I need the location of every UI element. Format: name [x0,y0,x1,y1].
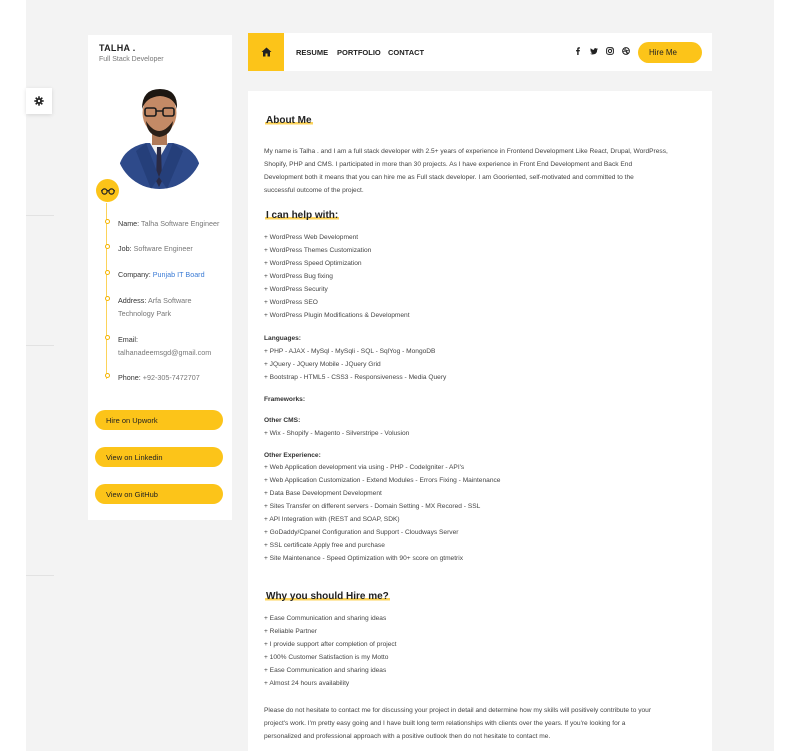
profile-sidebar: TALHA . Full Stack Developer Name: Talha… [88,35,232,520]
list-item: + JQuery - JQuery Mobile - JQuery Grid [264,361,381,368]
view-on-linkedin-button[interactable]: View on Linkedin [95,447,223,467]
list-item: + Data Base Development Development [264,490,382,497]
hire-me-button[interactable]: Hire Me [638,42,702,63]
about-paragraph: My name is Talha . and I am a full stack… [264,148,668,194]
list-item: + WordPress SEO [264,299,318,306]
list-item: + WordPress Themes Customization [264,247,372,254]
edge-divider [26,575,54,576]
timeline-line [106,203,107,379]
frameworks-title: Frameworks: [264,396,306,403]
info-name: Name: Talha Software Engineer [104,217,228,230]
about-content: About Me My name is Talha . and I am a f… [248,91,712,751]
hire-on-upwork-button[interactable]: Hire on Upwork [95,410,223,430]
dribbble-icon[interactable] [621,46,631,56]
info-company: Company: Punjab IT Board [104,268,228,281]
list-item: + PHP - AJAX - MySql - MySqli - SQL - Sq… [264,348,436,355]
list-item: + Site Maintenance - Speed Optimization … [264,555,464,562]
list-item: + WordPress Speed Optimization [264,260,362,267]
info-email: Email: talhanadeemsgd@gmail.com [104,333,228,359]
list-item: + WordPress Web Development [264,234,359,241]
settings-button[interactable] [26,88,52,114]
info-job: Job: Software Engineer [104,242,228,255]
why-hire-list: + Ease Communication and sharing ideas +… [264,612,700,690]
home-icon [261,47,271,57]
nav-resume[interactable]: RESUME [296,48,328,57]
timeline-dot [104,296,110,301]
cms-list: + Wix - Shopify - Magento - Silverstripe… [264,427,700,440]
help-list: + WordPress Web Development + WordPress … [264,231,700,322]
cms-title: Other CMS: [264,417,301,424]
languages-list: + PHP - AJAX - MySql - MySqli - SQL - Sq… [264,345,700,384]
nav-contact[interactable]: CONTACT [388,48,424,57]
list-item: + I provide support after completion of … [264,641,397,648]
list-item: + API Integration with (REST and SOAP, S… [264,516,400,523]
view-on-github-button[interactable]: View on GitHub [95,484,223,504]
list-item: + Sites Transfer on different servers - … [264,503,481,510]
list-item: + WordPress Security [264,286,328,293]
timeline-dot [104,219,110,224]
profile-role: Full Stack Developer [99,56,164,63]
list-item: + Ease Communication and sharing ideas [264,615,387,622]
info-phone: Phone: +92-305-7472707 [104,371,228,384]
company-link[interactable]: Punjab IT Board [153,270,205,279]
about-title: About Me [265,115,313,126]
experience-title: Other Experience: [264,452,321,459]
home-button[interactable] [248,33,284,71]
timeline-dot [104,270,110,275]
glasses-icon [96,179,119,202]
list-item: + Reliable Partner [264,628,317,635]
list-item: + Web Application Customization - Extend… [264,477,501,484]
list-item: + 100% Customer Satisfaction is my Motto [264,654,389,661]
facebook-icon[interactable] [573,46,583,56]
list-item: + Wix - Shopify - Magento - Silverstripe… [264,430,410,437]
list-item: + Ease Communication and sharing ideas [264,667,387,674]
list-item: + GoDaddy/Cpanel Configuration and Suppo… [264,529,459,536]
timeline-dot [104,335,110,340]
timeline-dot [104,373,110,378]
closing-paragraph: Please do not hesitate to contact me for… [264,707,652,740]
profile-name: TALHA . [99,43,136,53]
list-item: + SSL certificate Apply free and purchas… [264,542,385,549]
gear-icon [34,96,44,106]
instagram-icon[interactable] [605,46,615,56]
languages-title: Languages: [264,335,302,342]
twitter-icon[interactable] [589,46,599,56]
edge-divider [26,345,54,346]
info-address: Address: Arfa Software Technology Park [104,294,228,320]
timeline-dot [104,244,110,249]
avatar [116,81,203,189]
list-item: + Bootstrap - HTML5 - CSS3 - Responsiven… [264,374,447,381]
list-item: + Web Application development via using … [264,464,465,471]
list-item: + WordPress Plugin Modifications & Devel… [264,312,410,319]
edge-divider [26,215,54,216]
experience-list: + Web Application development via using … [264,461,700,565]
top-navigation: RESUME PORTFOLIO CONTACT Hire Me [248,33,712,71]
why-hire-title: Why you should Hire me? [265,591,390,602]
help-title: I can help with: [265,210,340,221]
list-item: + Almost 24 hours availability [264,680,350,687]
list-item: + WordPress Bug fixing [264,273,333,280]
nav-portfolio[interactable]: PORTFOLIO [337,48,381,57]
